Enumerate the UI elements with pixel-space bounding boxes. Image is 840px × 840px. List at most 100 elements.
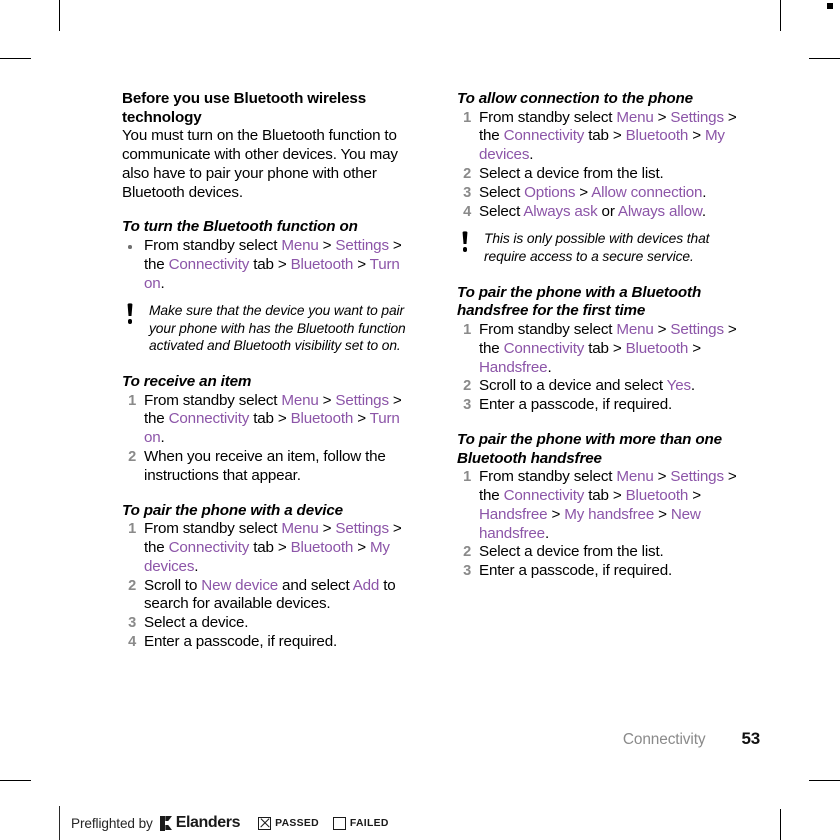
step-text: or (597, 202, 618, 220)
list-item: From standby select Menu > Settings > th… (457, 321, 745, 377)
preflight-prefix-label: Preflighted by (71, 815, 153, 831)
failed-label: FAILED (349, 817, 389, 829)
ui-path-token: Connectivity (168, 538, 250, 556)
heading-turn-bluetooth-on: To turn the Bluetooth function on (122, 218, 358, 236)
note-callout-visibility: Make sure that the device you want to pa… (122, 302, 410, 354)
receive-item-step-list: From standby select Menu > Settings > th… (122, 392, 410, 486)
ui-path-token: Menu (281, 236, 319, 254)
ui-path-token: Yes (666, 377, 691, 395)
step-text: Scroll to (144, 576, 202, 594)
ui-path-token: Connectivity (503, 127, 585, 145)
step-text: From standby select (479, 108, 617, 126)
ui-path-token: Menu (281, 520, 319, 538)
step-text: > (653, 468, 671, 486)
ui-path-token: Settings (335, 391, 389, 409)
step-text: Select (479, 202, 524, 220)
step-text: > (353, 538, 370, 556)
step-text: From standby select (144, 391, 282, 409)
exclamation-note-icon (124, 303, 136, 327)
step-text: > (688, 339, 701, 357)
step-text: . (701, 202, 706, 220)
list-item: From standby select Menu > Settings > th… (122, 392, 410, 448)
ui-path-token: Handsfree (479, 505, 548, 523)
ui-path-token: Always allow (617, 202, 702, 220)
step-text: From standby select (479, 468, 617, 486)
list-item: From standby select Menu > Settings > th… (457, 468, 745, 543)
left-column: Before you use Bluetooth wireless techno… (122, 90, 410, 652)
right-column: To allow connection to the phone From st… (457, 90, 745, 581)
footer-inner: Connectivity 53 (623, 729, 760, 749)
ui-path-token: Settings (335, 520, 389, 538)
step-text: > (688, 486, 701, 504)
heading-pair-handsfree-first-time: To pair the phone with a Bluetooth hands… (457, 283, 702, 320)
heading-allow-connection: To allow connection to the phone (457, 90, 693, 107)
failed-checkbox-icon (332, 816, 346, 830)
list-item: Select a device from the list. (459, 164, 664, 184)
pair-device-step-list: From standby select Menu > Settings > th… (122, 520, 410, 652)
handsfree-more-step-list: From standby select Menu > Settings > th… (457, 468, 745, 581)
list-item: Select a device from the list. (459, 543, 664, 562)
step-text: From standby select (144, 520, 282, 538)
ui-path-token: Bluetooth (290, 410, 354, 428)
ui-path-token: Connectivity (168, 410, 250, 428)
step-text: > (318, 520, 336, 538)
step-text: > (653, 320, 671, 338)
step-text: > (353, 255, 370, 273)
footer-page-number: 53 (741, 729, 760, 748)
list-item: Enter a passcode, if required. (459, 562, 672, 581)
ui-path-token: Bluetooth (625, 339, 689, 357)
ui-path-token: Bluetooth (290, 538, 354, 556)
ui-path-token: New device (201, 576, 279, 594)
step-text: . (690, 377, 695, 395)
intro-heading: Before you use Bluetooth wireless techno… (122, 90, 367, 126)
list-item: From standby select Menu > Settings > th… (457, 109, 745, 165)
preflight-status-group: PASSED FAILED (258, 816, 403, 830)
step-text: tab > (249, 255, 291, 273)
list-item: Enter a passcode, if required. (459, 396, 672, 415)
list-item: Select Always ask or Always allow. (457, 203, 745, 222)
list-item: Select a device. (124, 614, 249, 633)
ui-path-token: My handsfree (564, 505, 655, 523)
step-text: tab > (584, 127, 626, 145)
ui-path-token: Settings (335, 236, 389, 254)
step-text: From standby select (479, 320, 617, 338)
exclamation-note-icon (459, 231, 471, 255)
step-text: Select (479, 183, 525, 201)
allow-connection-step-list: From standby select Menu > Settings > th… (457, 109, 745, 222)
heading-receive-an-item: To receive an item (122, 372, 252, 390)
ui-path-token: Menu (616, 108, 654, 126)
ui-path-token: Bluetooth (625, 127, 689, 145)
step-text: > (653, 108, 671, 126)
passed-checkbox-icon (258, 816, 272, 830)
intro-paragraph: You must turn on the Bluetooth function … (122, 127, 398, 201)
note-callout-secure-service: This is only possible with devices that … (457, 230, 745, 264)
step-text: . (194, 557, 199, 575)
ui-path-token: Settings (670, 108, 724, 126)
ui-path-token: Connectivity (168, 255, 250, 273)
footer-chapter-name: Connectivity (622, 731, 706, 748)
step-text: Scroll to a device and select (479, 377, 667, 395)
ui-path-token: Bluetooth (290, 255, 354, 273)
list-item: Scroll to New device and select Add to s… (122, 577, 410, 615)
list-item: Enter a passcode, if required. (124, 632, 337, 652)
ui-path-token: Menu (616, 468, 654, 486)
step-text: tab > (249, 538, 291, 556)
step-text: > (547, 505, 565, 523)
step-text: . (160, 274, 165, 292)
passed-label: PASSED (275, 817, 319, 829)
ui-path-token: Bluetooth (625, 486, 689, 504)
step-text: > (654, 505, 671, 523)
elanders-brand-name: Elanders (175, 814, 241, 831)
ui-path-token: Settings (670, 320, 724, 338)
list-item: From standby select Menu > Settings > th… (122, 237, 410, 293)
handsfree-first-step-list: From standby select Menu > Settings > th… (457, 321, 745, 415)
note-text: Make sure that the device you want to pa… (149, 303, 406, 353)
elanders-logo-icon (159, 815, 173, 831)
ui-path-token: Add (352, 576, 380, 594)
step-text: tab > (249, 410, 291, 428)
ui-path-token: Menu (616, 320, 654, 338)
